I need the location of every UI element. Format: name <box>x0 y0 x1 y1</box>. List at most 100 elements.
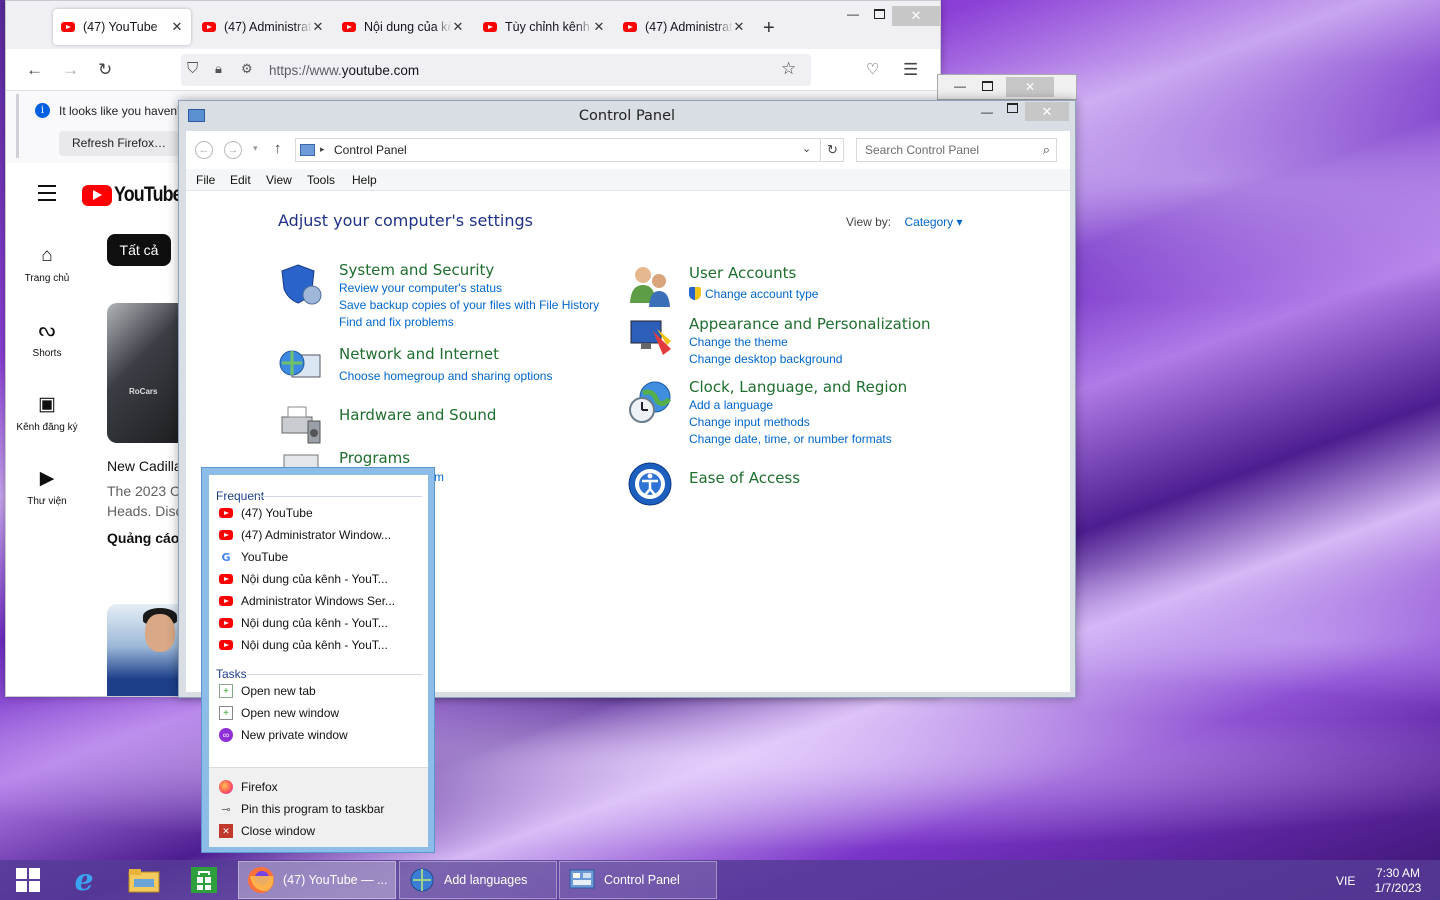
internet-explorer-pinned[interactable]: e <box>56 860 112 900</box>
tab-customize-channel[interactable]: Tùy chỉnh kênh ✕ <box>475 9 613 45</box>
nav-subscriptions[interactable]: ▣ Kênh đăng ký <box>6 393 88 433</box>
taskbar-button-firefox[interactable]: (47) YouTube — ... <box>238 861 396 899</box>
bookmark-star-icon[interactable]: ☆ <box>781 59 796 79</box>
category-appearance-personalization[interactable]: Appearance and Personalization <box>689 315 931 333</box>
close-window-icon[interactable]: ✕ <box>892 6 940 26</box>
firefox-jump-list: Frequent (47) YouTube (47) Administrator… <box>201 467 435 853</box>
menu-view[interactable]: View <box>266 173 292 187</box>
back-icon[interactable]: ← <box>26 60 43 80</box>
breadcrumb[interactable]: Control Panel <box>334 143 407 157</box>
link-file-history[interactable]: Save backup copies of your files with Fi… <box>339 298 599 312</box>
system-clock[interactable]: 7:30 AM 1/7/2023 <box>1368 866 1428 896</box>
minimize-icon[interactable]: — <box>981 105 993 119</box>
permissions-icon[interactable]: ⚙︎ <box>241 61 253 77</box>
video-title[interactable]: New Cadilla <box>107 458 182 474</box>
minimize-icon[interactable]: — <box>847 7 859 21</box>
link-desktop-background[interactable]: Change desktop background <box>689 352 842 366</box>
youtube-logo[interactable]: YouTube <box>82 183 194 207</box>
category-system-security[interactable]: System and Security <box>339 261 494 279</box>
frequent-item[interactable]: Nội dung của kênh - YouT... <box>219 634 388 656</box>
frequent-item[interactable]: Nội dung của kênh - YouT... <box>219 568 388 590</box>
link-date-time-formats[interactable]: Change date, time, or number formats <box>689 432 892 446</box>
frequent-item[interactable]: Nội dung của kênh - YouT... <box>219 612 388 634</box>
menu-file[interactable]: File <box>196 173 215 187</box>
tab-administrator[interactable]: (47) Administrator ✕ <box>194 9 332 45</box>
maximize-icon[interactable] <box>874 9 885 19</box>
nav-library[interactable]: ▶ Thư viện <box>6 467 88 507</box>
link-add-language[interactable]: Add a language <box>689 398 773 412</box>
back-arrow-icon[interactable]: ← <box>195 141 213 159</box>
reload-icon[interactable]: ↻ <box>98 60 112 80</box>
category-network-internet[interactable]: Network and Internet <box>339 345 499 363</box>
address-bar[interactable]: ▸ Control Panel ⌄ <box>295 138 821 162</box>
link-change-account-type[interactable]: Change account type <box>705 287 818 301</box>
menu-tools[interactable]: Tools <box>307 173 335 187</box>
refresh-icon[interactable]: ↻ <box>822 138 844 162</box>
task-open-new-tab[interactable]: + Open new tab <box>219 680 316 702</box>
minimize-icon[interactable]: — <box>954 79 966 93</box>
up-arrow-icon[interactable]: ↑ <box>274 140 282 157</box>
frequent-item[interactable]: (47) Administrator Window... <box>219 524 391 546</box>
task-new-private-window[interactable]: ∞ New private window <box>219 724 348 746</box>
category-ease-of-access[interactable]: Ease of Access <box>689 469 800 487</box>
filter-chip-all[interactable]: Tất cả <box>107 234 171 266</box>
action-close-window[interactable]: ✕ Close window <box>219 820 315 842</box>
close-icon[interactable]: ✕ <box>452 19 464 35</box>
category-hardware-sound[interactable]: Hardware and Sound <box>339 406 496 424</box>
link-input-methods[interactable]: Change input methods <box>689 415 810 429</box>
category-programs[interactable]: Programs <box>339 449 410 467</box>
lock-icon[interactable]: 🔒︎ <box>215 61 222 77</box>
menu-help[interactable]: Help <box>352 173 377 187</box>
taskbar-button-add-languages[interactable]: Add languages <box>399 861 557 899</box>
forward-arrow-icon[interactable]: → <box>224 141 242 159</box>
close-icon[interactable]: ✕ <box>593 19 605 35</box>
maximize-icon[interactable] <box>1007 103 1018 113</box>
link-review-status[interactable]: Review your computer's status <box>339 281 502 295</box>
link-programs[interactable]: m <box>434 470 444 484</box>
file-explorer-pinned[interactable] <box>116 860 172 900</box>
frequent-item[interactable]: Administrator Windows Ser... <box>219 590 395 612</box>
pocket-icon[interactable]: ♡ <box>866 60 879 78</box>
hamburger-menu-icon[interactable] <box>38 185 56 206</box>
start-button[interactable] <box>0 860 56 900</box>
menu-hamburger-icon[interactable]: ☰ <box>903 60 918 80</box>
link-homegroup[interactable]: Choose homegroup and sharing options <box>339 369 552 383</box>
video-thumbnail[interactable]: RoCars <box>107 303 187 443</box>
view-by-dropdown[interactable]: Category ▾ <box>904 215 962 229</box>
frequent-item[interactable]: G YouTube <box>219 546 288 568</box>
maximize-icon[interactable] <box>982 81 993 91</box>
nav-shorts[interactable]: ᔓ Shorts <box>6 319 88 359</box>
forward-icon[interactable]: → <box>62 60 79 80</box>
close-icon[interactable]: ✕ <box>733 19 745 35</box>
action-pin-to-taskbar[interactable]: ⊸ Pin this program to taskbar <box>219 798 384 820</box>
new-tab-plus-icon[interactable]: + <box>763 17 775 40</box>
action-firefox[interactable]: Firefox <box>219 776 278 798</box>
category-clock-language-region[interactable]: Clock, Language, and Region <box>689 378 907 396</box>
divider <box>247 674 422 675</box>
nav-home[interactable]: ⌂ Trang chủ <box>6 245 88 284</box>
close-icon[interactable]: ✕ <box>312 19 324 35</box>
search-input[interactable]: Search Control Panel ⌕ <box>856 138 1057 162</box>
taskbar-button-control-panel[interactable]: Control Panel <box>559 861 717 899</box>
input-language-indicator[interactable]: VIE <box>1336 874 1355 888</box>
category-user-accounts[interactable]: User Accounts <box>689 264 796 282</box>
task-open-new-window[interactable]: + Open new window <box>219 702 339 724</box>
close-icon[interactable]: ✕ <box>171 19 183 35</box>
shield-icon[interactable]: ⛉ <box>187 60 198 77</box>
menu-edit[interactable]: Edit <box>230 173 251 187</box>
tab-channel-content[interactable]: Nội dung của kênh ✕ <box>334 9 472 45</box>
recent-locations-icon[interactable]: ▾ <box>253 143 258 154</box>
close-icon[interactable]: ✕ <box>1006 77 1054 97</box>
video-thumbnail[interactable] <box>107 604 187 696</box>
tab-youtube[interactable]: (47) YouTube ✕ <box>53 9 191 45</box>
tab-administrator-2[interactable]: (47) Administrator ✕ <box>615 9 753 45</box>
url-bar[interactable]: ⛉ 🔒︎ ⚙︎ https://www.youtube.com ☆ <box>181 54 811 86</box>
store-pinned[interactable] <box>176 860 232 900</box>
close-icon[interactable]: ✕ <box>1025 102 1069 121</box>
refresh-firefox-button[interactable]: Refresh Firefox… <box>59 131 179 156</box>
chevron-down-icon[interactable]: ⌄ <box>802 142 811 155</box>
nav-label: Shorts <box>32 348 62 359</box>
frequent-item[interactable]: (47) YouTube <box>219 502 313 524</box>
link-find-fix-problems[interactable]: Find and fix problems <box>339 315 454 329</box>
link-change-theme[interactable]: Change the theme <box>689 335 788 349</box>
